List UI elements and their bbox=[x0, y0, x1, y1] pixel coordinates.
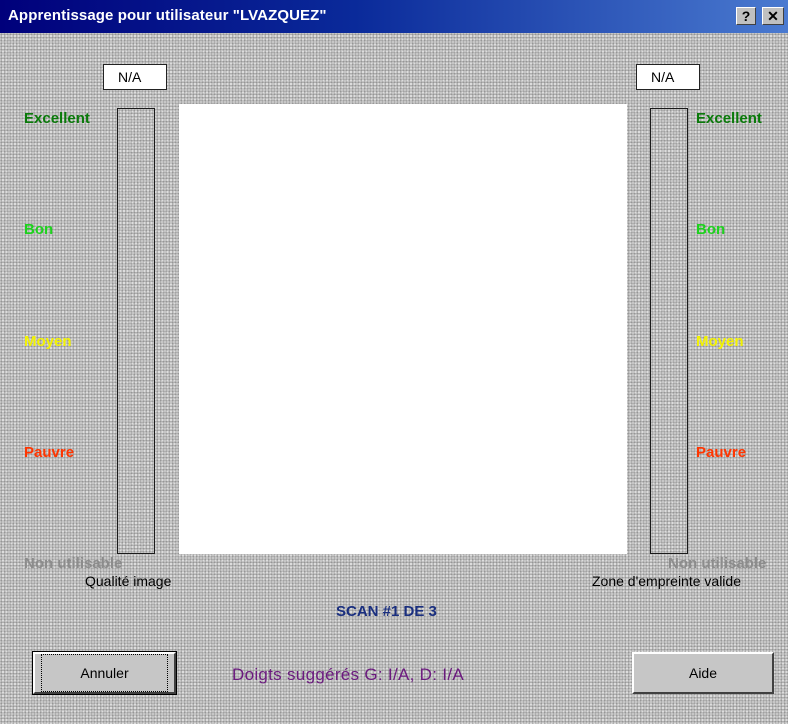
valid-zone-value: N/A bbox=[636, 64, 700, 90]
right-level-non-utilisable: Non utilisable bbox=[668, 555, 767, 572]
image-quality-caption: Qualité image bbox=[85, 573, 172, 589]
right-level-bon: Bon bbox=[696, 221, 726, 238]
suggested-fingers: Doigts suggérés G: I/A, D: I/A bbox=[232, 665, 464, 684]
left-level-pauvre: Pauvre bbox=[24, 444, 75, 461]
right-level-moyen: Moyen bbox=[696, 333, 744, 350]
cancel-button-label: Annuler bbox=[41, 654, 168, 692]
right-level-excellent: Excellent bbox=[696, 110, 762, 127]
help-button[interactable]: Aide bbox=[632, 652, 774, 694]
image-quality-gauge bbox=[117, 108, 155, 554]
scan-status: SCAN #1 DE 3 bbox=[336, 603, 437, 620]
image-quality-value: N/A bbox=[103, 64, 167, 90]
close-icon[interactable]: ✕ bbox=[762, 7, 784, 25]
enrollment-dialog: Apprentissage pour utilisateur "LVAZQUEZ… bbox=[0, 0, 788, 724]
left-level-excellent: Excellent bbox=[24, 110, 90, 127]
right-level-pauvre: Pauvre bbox=[696, 444, 747, 461]
cancel-button[interactable]: Annuler bbox=[32, 651, 177, 695]
left-level-bon: Bon bbox=[24, 221, 54, 238]
title-bar[interactable]: Apprentissage pour utilisateur "LVAZQUEZ… bbox=[0, 0, 788, 33]
valid-zone-gauge bbox=[650, 108, 688, 554]
window-title: Apprentissage pour utilisateur "LVAZQUEZ… bbox=[8, 7, 327, 24]
valid-zone-caption: Zone d'empreinte valide bbox=[592, 573, 741, 589]
left-level-non-utilisable: Non utilisable bbox=[24, 555, 123, 572]
help-icon[interactable]: ? bbox=[736, 7, 756, 25]
left-level-moyen: Moyen bbox=[24, 333, 72, 350]
fingerprint-preview bbox=[179, 104, 627, 554]
